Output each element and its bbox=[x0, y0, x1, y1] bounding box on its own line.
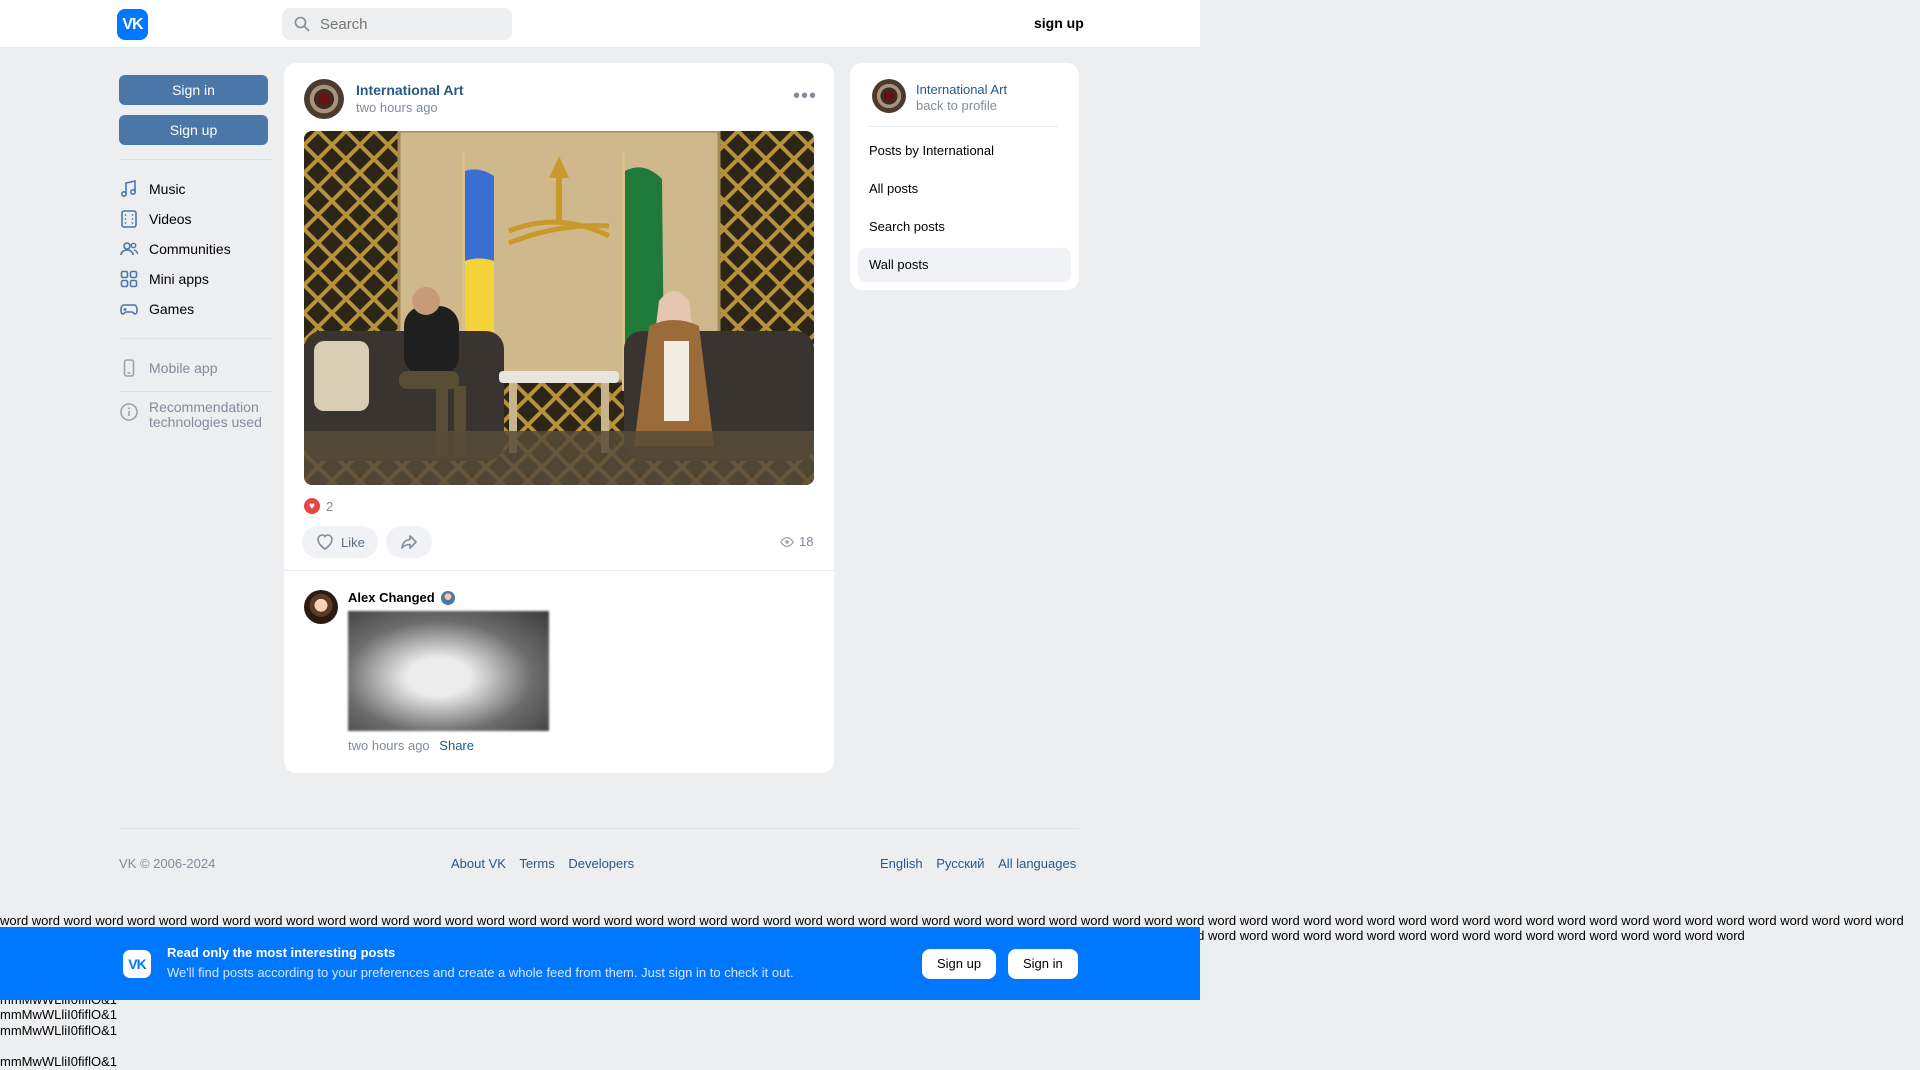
recommendation-label: Recommendation technologies used bbox=[149, 399, 262, 430]
post-actions: Like bbox=[302, 526, 440, 558]
communities-icon bbox=[120, 242, 139, 256]
left-sidebar: Sign in Sign up Music Videos Communities… bbox=[119, 75, 272, 430]
comment-author[interactable]: Alex Changed bbox=[348, 590, 455, 605]
sidebar-item-music[interactable]: Music bbox=[119, 174, 272, 204]
sidebar-divider bbox=[119, 391, 272, 392]
eye-icon bbox=[780, 536, 794, 547]
profile-avatar[interactable] bbox=[872, 79, 906, 113]
search-icon bbox=[294, 16, 310, 32]
menu-all-posts[interactable]: All posts bbox=[858, 172, 1071, 206]
language-english[interactable]: English bbox=[880, 856, 923, 871]
banner-subtitle: We'll find posts according to your prefe… bbox=[167, 965, 794, 980]
views-count: 18 bbox=[799, 534, 814, 549]
banner-sign-in-button[interactable]: Sign in bbox=[1008, 949, 1078, 979]
sidebar-item-label: Music bbox=[149, 181, 186, 197]
menu-wall-posts[interactable]: Wall posts bbox=[858, 248, 1071, 282]
footer-about-link[interactable]: About VK bbox=[451, 856, 506, 871]
like-label: Like bbox=[341, 534, 365, 550]
music-icon bbox=[120, 180, 137, 198]
menu-search-posts[interactable]: Search posts bbox=[858, 210, 1071, 244]
menu-posts-by-author[interactable]: Posts by International bbox=[858, 134, 1071, 168]
test-chars-line: mmMwWLliI0fiflO&1 bbox=[0, 1054, 118, 1069]
language-all[interactable]: All languages bbox=[998, 856, 1076, 871]
test-chars-line: mmMwWLliI0fiflO&1 bbox=[0, 1023, 118, 1038]
recommendation-info-link[interactable]: Recommendation technologies used bbox=[119, 400, 272, 430]
right-panel-divider bbox=[869, 126, 1058, 127]
views-counter: 18 bbox=[780, 534, 813, 549]
comment-image[interactable] bbox=[348, 611, 549, 731]
video-icon bbox=[121, 210, 137, 228]
sidebar-item-games[interactable]: Games bbox=[119, 294, 272, 324]
comment-timestamp[interactable]: two hours ago bbox=[348, 738, 430, 753]
right-panel: International Art back to profile Posts … bbox=[850, 63, 1079, 290]
sidebar-divider bbox=[119, 159, 272, 160]
sidebar-item-mobile-app[interactable]: Mobile app bbox=[119, 353, 272, 383]
footer-languages: English Русский All languages bbox=[880, 856, 1076, 871]
footer-divider bbox=[119, 828, 1079, 829]
back-to-profile-link[interactable]: back to profile bbox=[916, 98, 997, 113]
banner-title: Read only the most interesting posts bbox=[167, 945, 396, 960]
sign-up-button[interactable]: Sign up bbox=[119, 115, 268, 145]
post-author-avatar[interactable] bbox=[304, 79, 344, 119]
reactions-count: 2 bbox=[326, 498, 334, 514]
signin-banner: VK Read only the most interesting posts … bbox=[0, 927, 1200, 1000]
vk-logo: VK bbox=[123, 950, 151, 978]
sidebar-divider bbox=[119, 338, 272, 339]
search-input[interactable] bbox=[320, 15, 500, 33]
footer-vk-link[interactable]: VK © 2006-2024 bbox=[119, 856, 215, 871]
reactions-summary[interactable]: ♥ 2 bbox=[304, 498, 333, 514]
heart-icon bbox=[317, 534, 333, 550]
comment-author-avatar[interactable] bbox=[304, 590, 338, 624]
heart-reaction-icon: ♥ bbox=[304, 498, 320, 514]
post-author-name[interactable]: International Art bbox=[356, 82, 464, 98]
search-box[interactable] bbox=[282, 8, 512, 40]
test-chars-line: mmMwWLliI0fiflO&1 bbox=[0, 1007, 118, 1022]
sidebar-item-label: Communities bbox=[149, 241, 231, 257]
header-signup-link[interactable]: sign up bbox=[1034, 15, 1084, 31]
sidebar-item-label: Mini apps bbox=[149, 271, 209, 287]
comment-author-name: Alex Changed bbox=[348, 590, 435, 605]
footer-links: About VK Terms Developers bbox=[451, 856, 644, 871]
more-options-icon[interactable]: ••• bbox=[793, 85, 817, 108]
comment-meta: two hours ago Share bbox=[348, 738, 474, 753]
post-divider bbox=[284, 570, 834, 571]
sidebar-item-label: Mobile app bbox=[149, 360, 218, 376]
share-arrow-icon bbox=[401, 535, 417, 549]
footer-terms-link[interactable]: Terms bbox=[519, 856, 554, 871]
vk-logo[interactable]: VK bbox=[117, 9, 148, 40]
language-russian[interactable]: Русский bbox=[936, 856, 984, 871]
sign-in-button[interactable]: Sign in bbox=[119, 75, 268, 105]
sidebar-item-communities[interactable]: Communities bbox=[119, 234, 272, 264]
footer-developers-link[interactable]: Developers bbox=[568, 856, 634, 871]
mobile-phone-icon bbox=[123, 359, 135, 377]
share-button[interactable] bbox=[385, 526, 432, 558]
like-button[interactable]: Like bbox=[302, 526, 378, 558]
info-icon bbox=[120, 403, 138, 421]
footer-copyright: VK © 2006-2024 bbox=[119, 856, 225, 871]
comment-share-link[interactable]: Share bbox=[439, 738, 474, 753]
mini-apps-icon bbox=[120, 270, 138, 288]
sidebar-item-videos[interactable]: Videos bbox=[119, 204, 272, 234]
banner-sign-up-button[interactable]: Sign up bbox=[922, 949, 997, 979]
profile-name-link[interactable]: International Art bbox=[916, 82, 1007, 97]
post-photo-image bbox=[304, 131, 814, 485]
post-photo[interactable] bbox=[304, 131, 814, 485]
post-card: International Art two hours ago ••• ♥ 2 … bbox=[284, 63, 834, 773]
sidebar-item-label: Videos bbox=[149, 211, 192, 227]
gamepad-icon bbox=[120, 304, 138, 315]
post-timestamp[interactable]: two hours ago bbox=[356, 100, 438, 115]
sidebar-item-label: Games bbox=[149, 301, 195, 317]
sidebar-item-mini-apps[interactable]: Mini apps bbox=[119, 264, 272, 294]
top-header: VK sign up bbox=[0, 0, 1200, 48]
user-badge-icon bbox=[440, 590, 455, 605]
